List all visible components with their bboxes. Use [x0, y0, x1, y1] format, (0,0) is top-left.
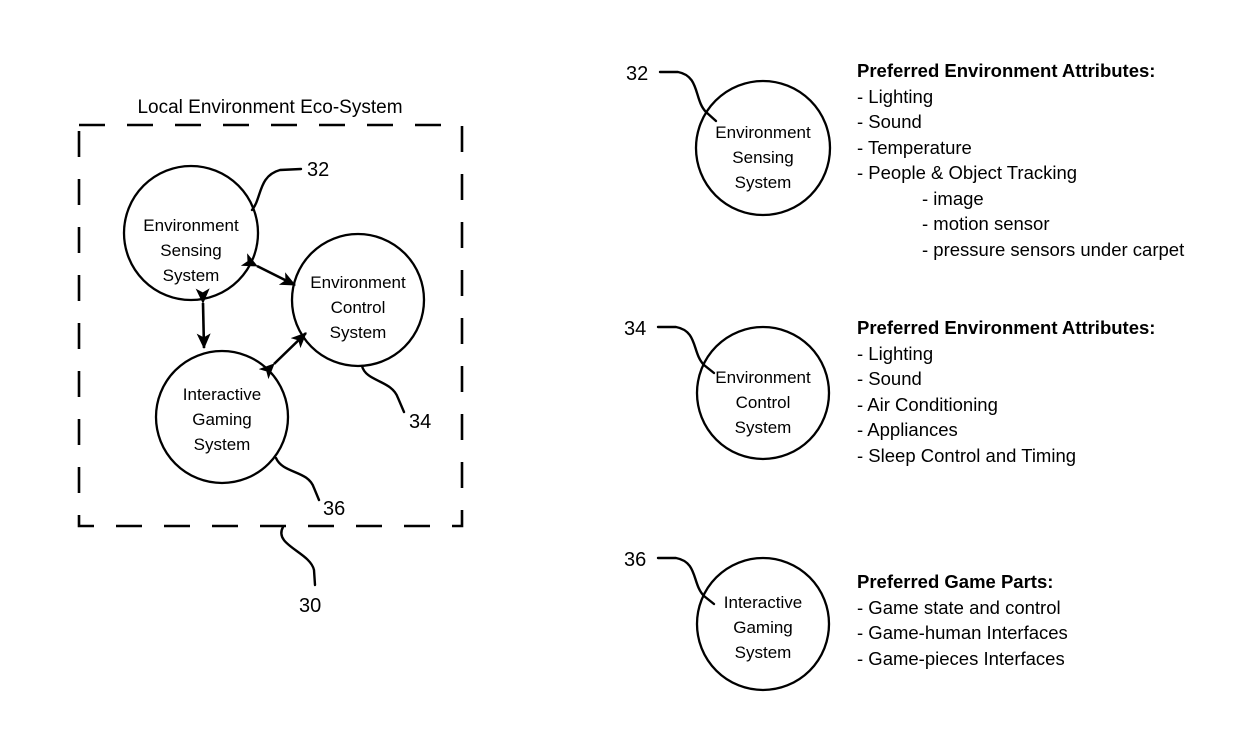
panel-32-item-5: - motion sensor	[922, 213, 1050, 234]
node-gaming-label-line-1: Interactive	[183, 385, 261, 404]
panel-32-item-1: - Sound	[857, 111, 922, 132]
connector-sensing-control	[240, 253, 296, 287]
connector-gaming-control	[258, 332, 307, 380]
panel-34-item-0: - Lighting	[857, 342, 934, 364]
panel-36-label-line-3: System	[735, 643, 792, 662]
panel-32-item-6: - pressure sensors under carpet	[922, 238, 1185, 260]
panel-34-item-3: - Appliances	[857, 419, 958, 440]
panel-32-item-3: - People & Object Tracking	[857, 162, 1078, 183]
node-gaming-label-line-3: System	[194, 435, 251, 454]
panel-32-item-0: - Lighting	[857, 85, 934, 107]
panel-36-label-line-1: Interactive	[724, 593, 802, 612]
leader-line-34-left	[360, 364, 406, 414]
ref-number-32-right: 32	[626, 63, 648, 85]
panel-34-item-1: - Sound	[857, 368, 922, 389]
panel-34-attribute-list: Preferred Environment Attributes: - Ligh…	[857, 315, 1155, 468]
ref-number-30: 30	[299, 595, 321, 617]
ref-number-36-right: 36	[624, 549, 646, 571]
panel-32-heading: Preferred Environment Attributes:	[857, 60, 1156, 81]
panel-36-attribute-list: Preferred Game Parts: - Game state and c…	[857, 569, 1068, 671]
node-sensing-label-line-2: Sensing	[160, 241, 221, 260]
panel-34-label-line-1: Environment	[715, 368, 811, 387]
panel-34-label-line-3: System	[735, 418, 792, 437]
panel-32-item-2: - Temperature	[857, 136, 972, 158]
group-title: Local Environment Eco-System	[137, 97, 402, 118]
panel-34-item-2: - Air Conditioning	[857, 393, 998, 415]
node-control-label-line-3: System	[330, 323, 387, 342]
patent-figure: Local Environment Eco-System Environment…	[0, 0, 1240, 747]
node-sensing-label-line-1: Environment	[143, 216, 239, 235]
leader-line-32-left	[250, 167, 303, 212]
node-control-label-line-1: Environment	[310, 273, 406, 292]
connector-sensing-gaming	[195, 288, 211, 350]
panel-32-attribute-list: Preferred Environment Attributes: - Ligh…	[857, 58, 1184, 262]
panel-36-item-2: - Game-pieces Interfaces	[857, 647, 1065, 669]
panel-32-label-line-2: Sensing	[732, 148, 793, 167]
panel-34-heading: Preferred Environment Attributes:	[857, 317, 1156, 338]
panel-32-label-line-1: Environment	[715, 123, 811, 142]
node-gaming-label-line-2: Gaming	[192, 410, 252, 429]
ref-number-36-left: 36	[323, 498, 345, 520]
panel-32-item-4: - image	[922, 187, 984, 209]
panel-34-item-4: - Sleep Control and Timing	[857, 444, 1077, 466]
leader-line-34-right	[656, 325, 716, 375]
ref-number-32-left: 32	[307, 159, 329, 181]
panel-36-item-0: - Game state and control	[857, 596, 1061, 618]
panel-36-label-line-2: Gaming	[733, 618, 793, 637]
panel-32-label-line-3: System	[735, 173, 792, 192]
ref-number-34-right: 34	[624, 318, 646, 340]
leader-line-36-right	[656, 556, 716, 606]
panel-36-item-1: - Game-human Interfaces	[857, 622, 1068, 643]
panel-34-label-line-2: Control	[736, 393, 791, 412]
node-sensing-label-line-3: System	[163, 266, 220, 285]
leader-line-32-right	[658, 70, 718, 123]
leader-line-36-left	[274, 456, 321, 502]
panel-36-heading: Preferred Game Parts:	[857, 571, 1054, 592]
node-control-label-line-2: Control	[331, 298, 386, 317]
ref-number-34-left: 34	[409, 411, 431, 433]
leader-line-30	[280, 525, 317, 587]
